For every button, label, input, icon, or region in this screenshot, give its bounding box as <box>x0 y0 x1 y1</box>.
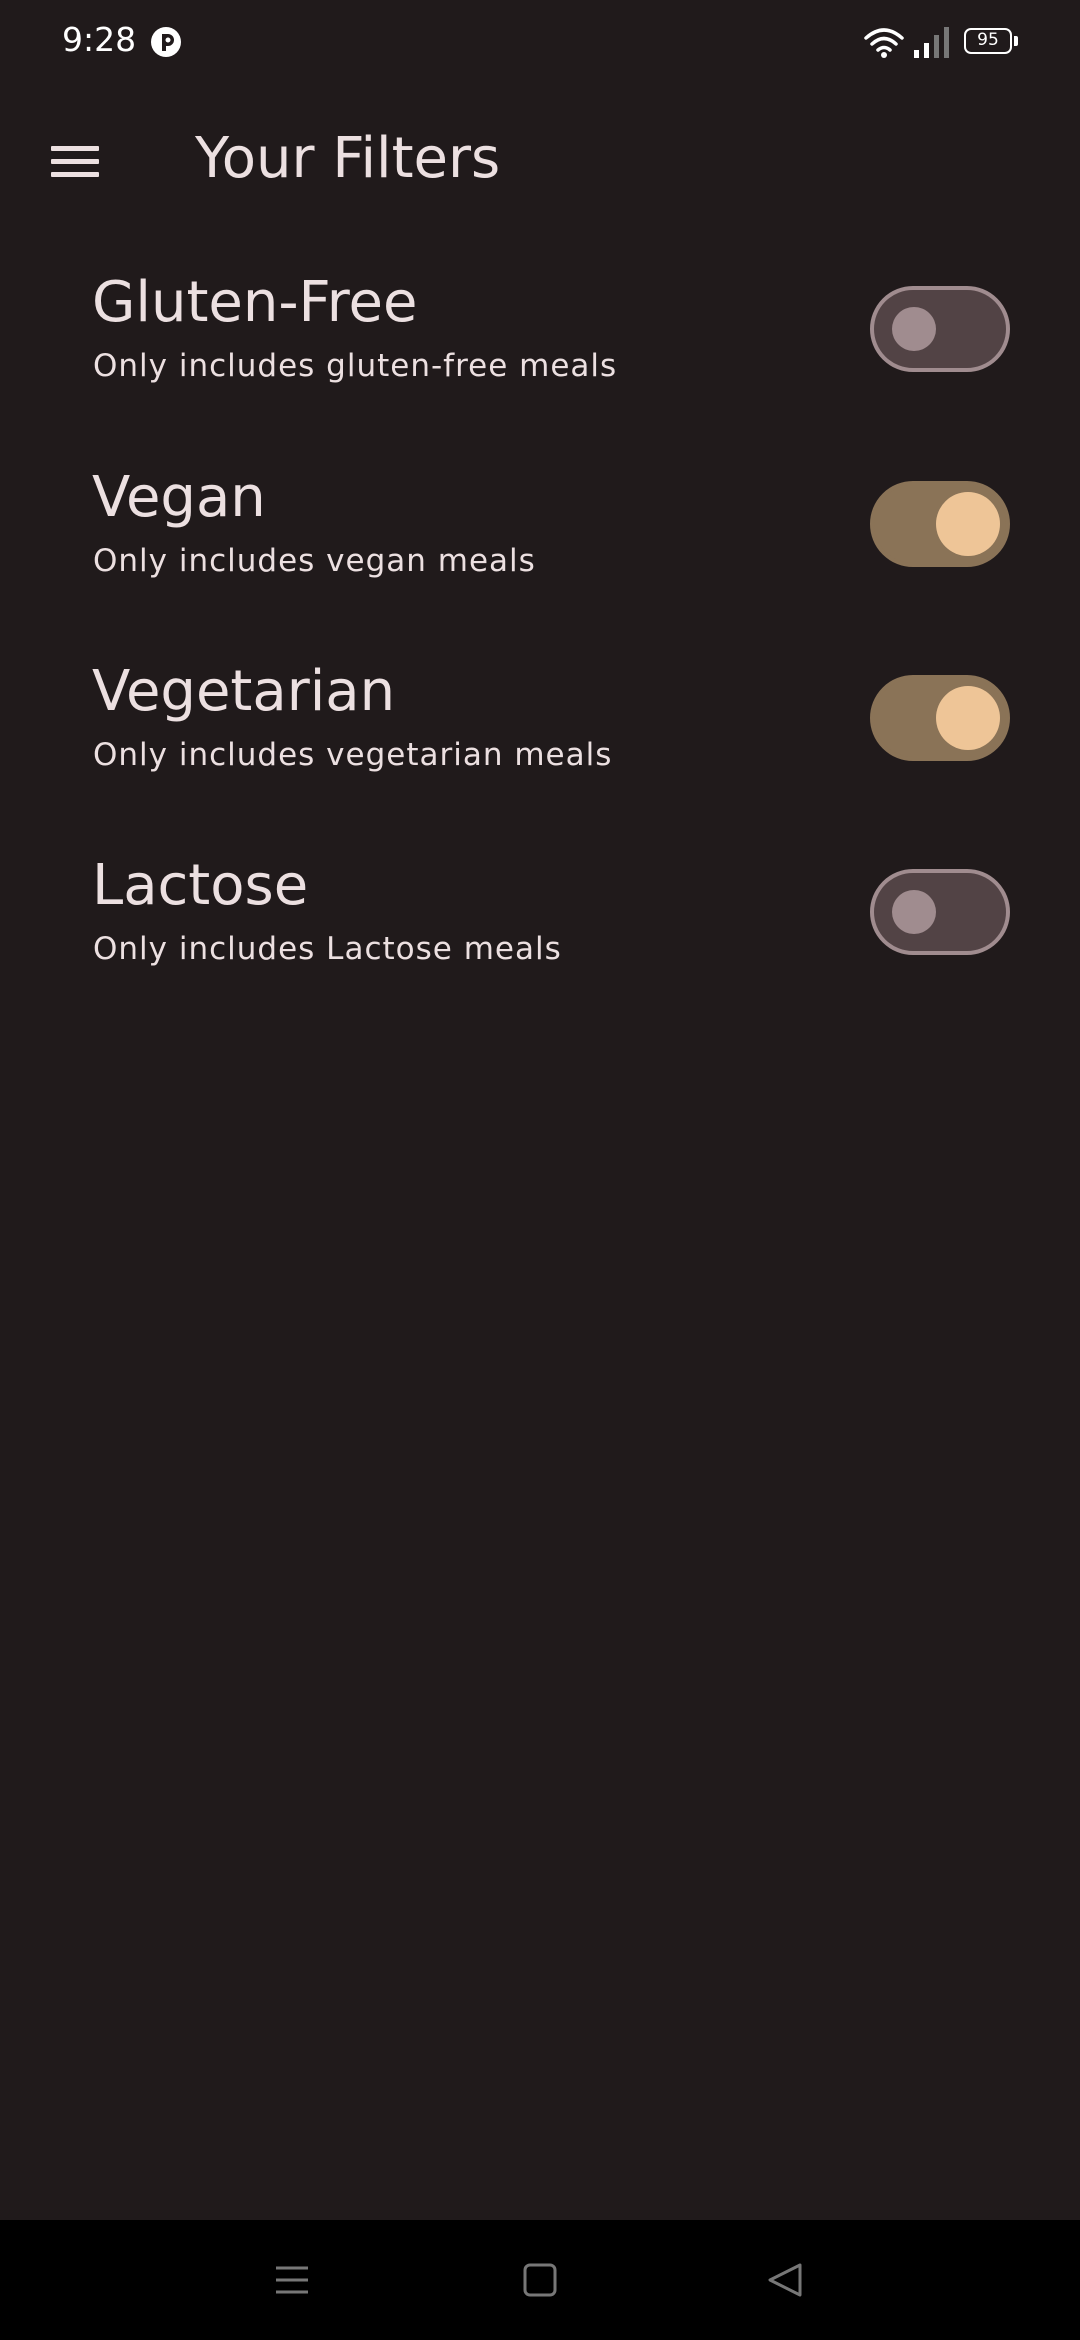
hamburger-menu-icon[interactable] <box>40 132 110 192</box>
lactose-switch[interactable] <box>870 869 1010 955</box>
vegetarian-switch[interactable] <box>870 675 1010 761</box>
filter-subtitle: Only includes gluten-free meals <box>93 348 618 384</box>
battery-level: 95 <box>964 28 1012 54</box>
switch-thumb <box>936 492 1000 556</box>
recent-apps-icon[interactable] <box>262 2250 322 2310</box>
page-title: Your Filters <box>195 126 501 191</box>
filter-item-lactose[interactable]: Lactose Only includes Lactose meals <box>0 853 1080 1033</box>
vegan-switch[interactable] <box>870 481 1010 567</box>
filter-item-vegetarian[interactable]: Vegetarian Only includes vegetarian meal… <box>0 659 1080 839</box>
battery-tip <box>1014 36 1018 46</box>
switch-thumb <box>892 307 936 351</box>
signal-icon <box>912 26 952 60</box>
filter-subtitle: Only includes vegetarian meals <box>93 737 613 773</box>
wifi-icon <box>864 26 904 60</box>
app-bar: Your Filters <box>0 110 1080 214</box>
filter-subtitle: Only includes Lactose meals <box>93 931 562 967</box>
switch-thumb <box>892 890 936 934</box>
filter-title: Vegetarian <box>92 659 396 724</box>
filter-title: Vegan <box>92 465 266 530</box>
system-navigation-bar <box>0 2220 1080 2340</box>
filter-title: Gluten-Free <box>92 270 418 335</box>
filters-screen: 9:28 95 Your Filters Gluten-Free Only in… <box>0 0 1080 2340</box>
back-icon[interactable] <box>756 2250 816 2310</box>
app-notification-icon <box>150 26 182 58</box>
battery-icon: 95 <box>964 28 1020 58</box>
switch-thumb <box>936 686 1000 750</box>
gluten-free-switch[interactable] <box>870 286 1010 372</box>
status-time: 9:28 <box>62 20 137 59</box>
status-bar: 9:28 95 <box>0 0 1080 84</box>
filter-item-vegan[interactable]: Vegan Only includes vegan meals <box>0 465 1080 645</box>
filter-title: Lactose <box>92 853 309 918</box>
filter-item-gluten-free[interactable]: Gluten-Free Only includes gluten-free me… <box>0 270 1080 450</box>
filter-subtitle: Only includes vegan meals <box>93 543 536 579</box>
home-icon[interactable] <box>510 2250 570 2310</box>
